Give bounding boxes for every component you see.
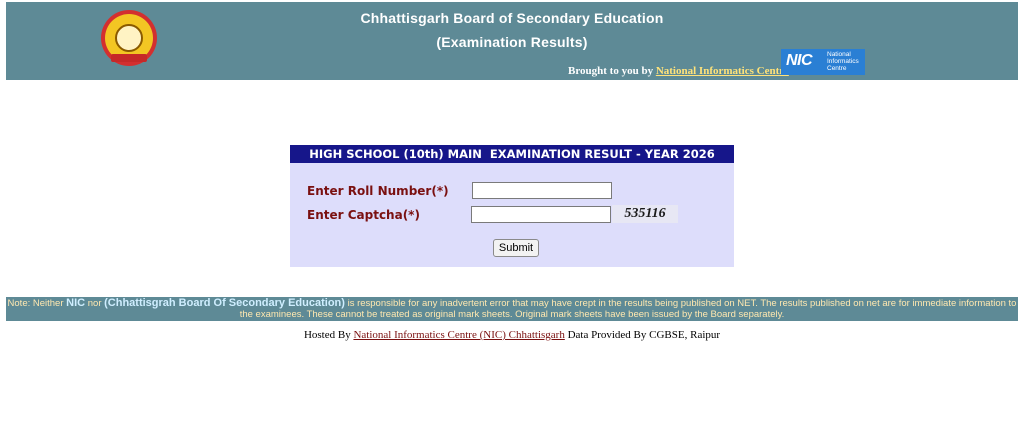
data-provided-text: Data Provided By CGBSE, Raipur xyxy=(567,329,721,341)
emblem-ribbon xyxy=(111,54,147,62)
nic-sub-3: Centre xyxy=(827,65,847,72)
footer: Hosted By National Informatics Centre (N… xyxy=(0,329,1024,341)
brought-prefix: Brought to you by xyxy=(568,65,654,77)
captcha-input[interactable] xyxy=(471,206,611,223)
roll-number-input[interactable] xyxy=(472,182,612,199)
note-prefix: Note: Neither xyxy=(7,298,64,309)
nic-link[interactable]: National Informatics Centre xyxy=(656,65,789,77)
note-rest: is responsible for any inadvertent error… xyxy=(239,298,1017,320)
header-banner: Chhattisgarh Board of Secondary Educatio… xyxy=(6,2,1018,80)
form-title: HIGH SCHOOL (10th) MAIN EXAMINATION RESU… xyxy=(290,145,734,163)
submit-button[interactable]: Submit xyxy=(493,239,539,257)
disclaimer-note: Note: Neither NIC nor (Chhattisgrah Boar… xyxy=(6,297,1018,321)
hosted-by-link[interactable]: National Informatics Centre (NIC) Chhatt… xyxy=(353,329,564,341)
page-subtitle: (Examination Results) xyxy=(436,34,588,50)
roll-number-label: Enter Roll Number(*) xyxy=(307,184,449,198)
note-nor: nor xyxy=(87,298,102,309)
nic-logo-subtext: National Informatics Centre xyxy=(827,51,859,72)
board-title: Chhattisgarh Board of Secondary Educatio… xyxy=(360,10,664,26)
brought-by-text: Brought to you by National Informatics C… xyxy=(568,65,789,77)
hosted-prefix: Hosted By xyxy=(303,329,351,341)
result-form: HIGH SCHOOL (10th) MAIN EXAMINATION RESU… xyxy=(290,145,734,267)
nic-sub-1: National xyxy=(827,51,851,58)
captcha-image: 535116 xyxy=(612,205,678,223)
captcha-label: Enter Captcha(*) xyxy=(307,208,420,222)
nic-logo-icon[interactable]: NIC National Informatics Centre xyxy=(781,49,865,75)
nic-sub-2: Informatics xyxy=(827,58,859,65)
note-nic: NIC xyxy=(66,297,86,309)
nic-logo-text: NIC xyxy=(786,52,813,69)
note-board: (Chhattisgrah Board Of Secondary Educati… xyxy=(104,297,345,309)
